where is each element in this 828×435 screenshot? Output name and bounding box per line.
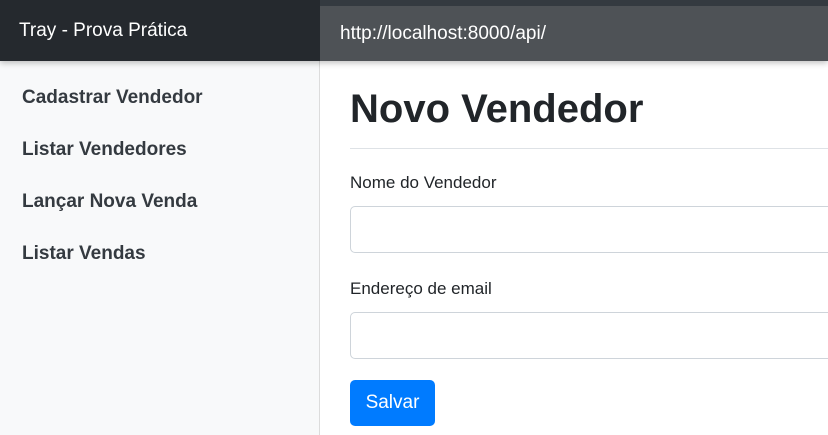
sidebar-item-listar-vendas[interactable]: Listar Vendas: [0, 241, 319, 293]
sidebar-item-lancar-nova-venda[interactable]: Lançar Nova Venda: [0, 189, 319, 241]
save-button[interactable]: Salvar: [350, 380, 435, 426]
navbar-brand[interactable]: Tray - Prova Prática: [0, 0, 320, 61]
sidebar: Cadastrar Vendedor Listar Vendedores Lan…: [0, 61, 320, 435]
url-bar[interactable]: [320, 6, 828, 61]
main-content: Novo Vendedor Nome do Vendedor Endereço …: [320, 61, 828, 435]
email-input[interactable]: [350, 312, 828, 359]
sidebar-item-listar-vendedores[interactable]: Listar Vendedores: [0, 137, 319, 189]
seller-name-input[interactable]: [350, 206, 828, 253]
title-divider: [350, 148, 828, 149]
sidebar-item-cadastrar-vendedor[interactable]: Cadastrar Vendedor: [0, 85, 319, 137]
seller-name-label: Nome do Vendedor: [350, 173, 497, 192]
top-navbar: Tray - Prova Prática: [0, 0, 828, 61]
page-title: Novo Vendedor: [350, 87, 644, 131]
new-seller-form: Nome do Vendedor Endereço de email Salva…: [350, 173, 828, 426]
email-label: Endereço de email: [350, 279, 492, 298]
